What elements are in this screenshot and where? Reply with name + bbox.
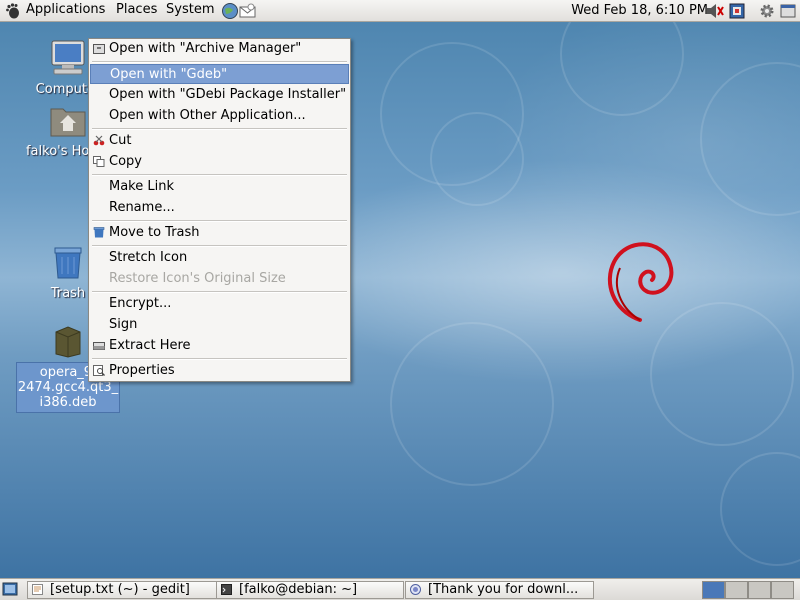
- menu-item-sign[interactable]: Sign: [90, 315, 349, 335]
- menu-item-label: Rename...: [109, 200, 175, 215]
- network-status-icon[interactable]: [729, 3, 745, 19]
- scissors-icon: [93, 135, 105, 146]
- workspace-2[interactable]: [725, 581, 748, 599]
- menu-separator: [92, 128, 347, 130]
- taskbar-button-label: [setup.txt (~) - gedit]: [50, 582, 190, 597]
- clock[interactable]: Wed Feb 18, 6:10 PM: [571, 3, 708, 18]
- desktop-icon-label-line: i386.deb: [39, 395, 97, 410]
- menu-item-restore-icon-size: Restore Icon's Original Size: [90, 269, 349, 289]
- menu-item-label: Restore Icon's Original Size: [109, 271, 286, 286]
- applications-menu[interactable]: Applications: [26, 2, 105, 17]
- menu-item-move-to-trash[interactable]: Move to Trash: [90, 223, 349, 243]
- menu-item-label: Stretch Icon: [109, 250, 188, 265]
- archive-icon: [93, 44, 105, 54]
- places-menu[interactable]: Places: [116, 2, 157, 17]
- debian-logo: [607, 242, 674, 322]
- package-icon: [55, 326, 81, 358]
- menu-item-label: Open with Other Application...: [109, 108, 306, 123]
- menu-item-open-with-other[interactable]: Open with Other Application...: [90, 106, 349, 126]
- menu-item-label: Open with "GDebi Package Installer": [109, 87, 347, 102]
- web-browser-launcher-icon[interactable]: [221, 2, 239, 20]
- workspace-1[interactable]: [702, 581, 725, 599]
- menu-item-open-with-gdebi[interactable]: Open with "GDebi Package Installer": [90, 85, 349, 105]
- show-desktop-icon[interactable]: [2, 581, 18, 597]
- menu-separator: [92, 291, 347, 293]
- system-menu[interactable]: System: [166, 2, 214, 17]
- menu-item-label: Properties: [109, 363, 175, 378]
- menu-separator: [92, 358, 347, 360]
- menu-separator: [92, 174, 347, 176]
- browser-icon: [410, 584, 421, 595]
- menu-item-properties[interactable]: Properties: [90, 361, 349, 381]
- menu-item-stretch-icon[interactable]: Stretch Icon: [90, 248, 349, 268]
- menu-separator: [92, 61, 347, 63]
- menu-item-label: Copy: [109, 154, 142, 169]
- bottom-panel: [setup.txt (~) - gedit] [falko@debian: ~…: [0, 578, 800, 600]
- trash-icon: [54, 247, 82, 279]
- taskbar-button-terminal[interactable]: [falko@debian: ~]: [216, 581, 404, 599]
- workspace-4[interactable]: [771, 581, 794, 599]
- trash-icon: [93, 227, 105, 238]
- menu-item-label: Encrypt...: [109, 296, 172, 311]
- copy-icon: [93, 156, 105, 167]
- menu-item-label: Open with "Gdeb": [110, 67, 228, 82]
- menu-item-make-link[interactable]: Make Link: [90, 177, 349, 197]
- menu-item-encrypt[interactable]: Encrypt...: [90, 294, 349, 314]
- desktop-icon-label-line: 2474.gcc4.qt3_: [17, 380, 119, 395]
- volume-muted-icon[interactable]: [706, 4, 724, 18]
- menu-separator: [92, 245, 347, 247]
- text-editor-icon: [32, 584, 43, 595]
- taskbar-button-browser[interactable]: [Thank you for downl...: [405, 581, 594, 599]
- extract-icon: [93, 342, 105, 350]
- menu-item-label: Open with "Archive Manager": [109, 41, 302, 56]
- computer-icon: [51, 40, 85, 75]
- home-folder-icon: [50, 108, 86, 137]
- menu-item-label: Cut: [109, 133, 132, 148]
- menu-item-rename[interactable]: Rename...: [90, 198, 349, 218]
- window-list-icon[interactable]: [780, 3, 796, 19]
- menu-item-open-with-gdeb[interactable]: Open with "Gdeb": [90, 64, 349, 84]
- workspace-3[interactable]: [748, 581, 771, 599]
- email-launcher-icon[interactable]: [239, 3, 257, 19]
- menu-item-label: Extract Here: [109, 338, 191, 353]
- taskbar-button-label: [Thank you for downl...: [428, 582, 579, 597]
- menu-item-copy[interactable]: Copy: [90, 152, 349, 172]
- gear-icon[interactable]: [758, 2, 776, 20]
- menu-item-label: Move to Trash: [109, 225, 200, 240]
- terminal-icon: [221, 584, 232, 595]
- menu-separator: [92, 220, 347, 222]
- menu-item-label: Make Link: [109, 179, 174, 194]
- taskbar-button-gedit[interactable]: [setup.txt (~) - gedit]: [27, 581, 220, 599]
- top-panel: Applications Places System Wed Feb 18, 6…: [0, 0, 800, 22]
- properties-icon: [93, 365, 105, 376]
- menu-item-extract-here[interactable]: Extract Here: [90, 336, 349, 356]
- menu-item-label: Sign: [109, 317, 138, 332]
- taskbar-button-label: [falko@debian: ~]: [239, 582, 358, 597]
- gnome-foot-icon[interactable]: [5, 3, 21, 19]
- menu-item-cut[interactable]: Cut: [90, 131, 349, 151]
- menu-item-open-with-archive-manager[interactable]: Open with "Archive Manager": [90, 39, 349, 59]
- context-menu: Open with "Archive Manager" Open with "G…: [88, 38, 351, 382]
